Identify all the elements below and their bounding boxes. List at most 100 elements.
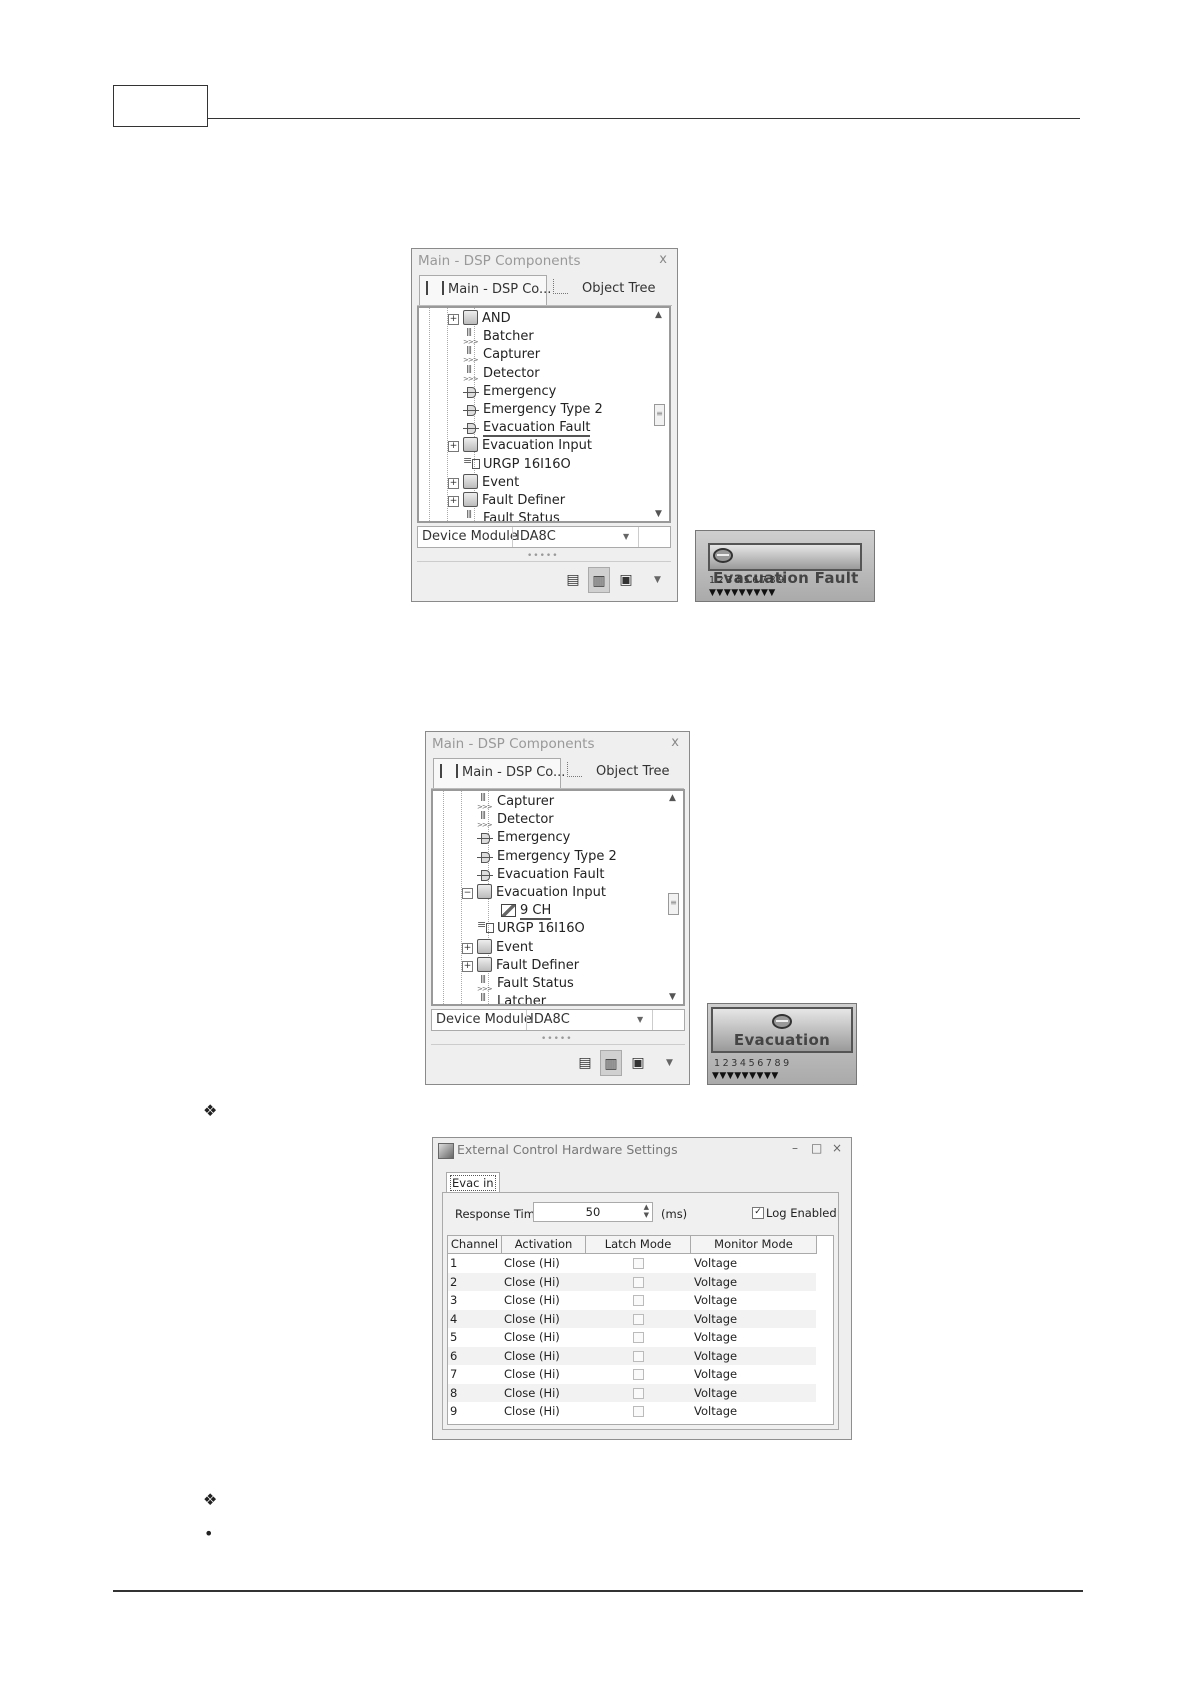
monitor-mode-cell[interactable]: Voltage bbox=[694, 1365, 737, 1383]
picture-view-button[interactable]: ▣ bbox=[615, 567, 637, 593]
toolbar-dropdown-icon[interactable]: ▼ bbox=[666, 1050, 673, 1076]
expand-icon[interactable]: + bbox=[462, 942, 473, 954]
latch-mode-checkbox[interactable] bbox=[633, 1313, 644, 1325]
activation-cell[interactable]: Close (Hi) bbox=[504, 1291, 560, 1309]
scroll-up-icon[interactable]: ▲ bbox=[655, 310, 662, 320]
tree-item[interactable]: + Event bbox=[462, 938, 533, 957]
response-time-input[interactable]: 50 ▲ ▼ bbox=[533, 1202, 653, 1222]
monitor-mode-cell[interactable]: Voltage bbox=[694, 1273, 737, 1291]
monitor-mode-cell[interactable]: Voltage bbox=[694, 1254, 737, 1272]
components-view-button[interactable]: ▥ bbox=[588, 567, 610, 593]
column-header-channel[interactable]: Channel bbox=[448, 1236, 502, 1254]
scroll-down-icon[interactable]: ▼ bbox=[655, 509, 662, 519]
list-view-button[interactable]: ▤ bbox=[574, 1050, 596, 1076]
activation-cell[interactable]: Close (Hi) bbox=[504, 1384, 560, 1402]
activation-cell[interactable]: Close (Hi) bbox=[504, 1347, 560, 1365]
latch-mode-checkbox[interactable] bbox=[633, 1350, 644, 1362]
table-row[interactable]: 7 Close (Hi) Voltage bbox=[448, 1365, 816, 1383]
splitter-grip-icon[interactable]: ••••• bbox=[541, 1034, 573, 1044]
scroll-thumb[interactable]: ≡ bbox=[668, 893, 679, 915]
expand-icon[interactable]: + bbox=[448, 496, 459, 507]
maximize-icon[interactable]: □ bbox=[811, 1141, 822, 1155]
toolbar-dropdown-icon[interactable]: ▼ bbox=[654, 567, 661, 593]
tab-object-tree[interactable]: Object Tree bbox=[563, 758, 678, 788]
tree-item[interactable]: Fault Status bbox=[462, 970, 574, 998]
table-row[interactable]: 3 Close (Hi) Voltage bbox=[448, 1291, 816, 1309]
minimize-icon[interactable]: – bbox=[792, 1141, 798, 1155]
collapse-icon[interactable]: − bbox=[462, 888, 473, 899]
tree-item[interactable]: + Event bbox=[448, 473, 519, 492]
activation-cell[interactable]: Close (Hi) bbox=[504, 1365, 560, 1383]
picture-view-button[interactable]: ▣ bbox=[627, 1050, 649, 1076]
latch-mode-checkbox[interactable] bbox=[633, 1406, 644, 1417]
tree-item[interactable]: Emergency bbox=[448, 383, 556, 401]
tree-item[interactable]: Capturer bbox=[462, 791, 554, 816]
column-header-latch-mode[interactable]: Latch Mode bbox=[586, 1236, 691, 1254]
tree-item[interactable]: Evacuation Fault bbox=[448, 419, 591, 438]
monitor-mode-cell[interactable]: Voltage bbox=[694, 1328, 737, 1346]
table-row[interactable]: 2 Close (Hi) Voltage bbox=[448, 1272, 816, 1291]
table-row[interactable]: 1 Close (Hi) Voltage bbox=[448, 1254, 816, 1272]
activation-cell[interactable]: Close (Hi) bbox=[504, 1402, 560, 1420]
activation-cell[interactable]: Close (Hi) bbox=[504, 1310, 560, 1328]
table-row[interactable]: 5 Close (Hi) Voltage bbox=[448, 1328, 816, 1346]
tree-item[interactable]: 9 CH bbox=[486, 902, 552, 921]
tree-item[interactable]: − Evacuation Input bbox=[462, 884, 606, 902]
expand-icon[interactable]: + bbox=[462, 960, 473, 972]
tree-item[interactable]: Detector bbox=[462, 806, 554, 834]
expand-icon[interactable]: + bbox=[448, 477, 459, 489]
tab-main-dsp-components[interactable]: Main - DSP Co... bbox=[433, 758, 565, 788]
tree-scrollbar[interactable]: ▲ ≡ ▼ bbox=[653, 310, 667, 519]
column-header-monitor-mode[interactable]: Monitor Mode bbox=[691, 1236, 817, 1254]
tab-main-dsp-components[interactable]: Main - DSP Co... bbox=[419, 275, 551, 305]
latch-mode-checkbox[interactable] bbox=[633, 1369, 644, 1380]
components-view-button[interactable]: ▥ bbox=[600, 1050, 622, 1076]
device-module-select[interactable]: IDA8C bbox=[530, 1010, 570, 1030]
expand-icon[interactable]: + bbox=[448, 314, 459, 325]
scroll-down-icon[interactable]: ▼ bbox=[669, 992, 676, 1002]
component-tree[interactable]: Capturer Detector Emergency Emergency Type … bbox=[431, 789, 685, 1006]
tree-item[interactable]: URGP 16I16O bbox=[448, 452, 571, 474]
tree-item[interactable]: Batcher bbox=[448, 323, 534, 351]
device-module-select[interactable]: IDA8C bbox=[516, 527, 556, 547]
chevron-down-icon[interactable]: ▼ bbox=[637, 1010, 643, 1030]
tree-item[interactable]: Detector bbox=[448, 360, 540, 388]
activation-cell[interactable]: Close (Hi) bbox=[504, 1254, 560, 1272]
tree-item[interactable]: Emergency Type 2 bbox=[462, 848, 617, 866]
close-icon[interactable]: x bbox=[659, 252, 667, 267]
tree-item[interactable]: Latcher bbox=[462, 988, 546, 1004]
latch-mode-checkbox[interactable] bbox=[633, 1332, 644, 1343]
tab-object-tree[interactable]: Object Tree bbox=[549, 275, 664, 305]
latch-mode-checkbox[interactable] bbox=[633, 1295, 644, 1306]
monitor-mode-cell[interactable]: Voltage bbox=[694, 1402, 737, 1420]
spinner-icon[interactable]: ▲ ▼ bbox=[644, 1203, 649, 1219]
table-row[interactable]: 6 Close (Hi) Voltage bbox=[448, 1346, 816, 1365]
tree-scrollbar[interactable]: ▲ ≡ ▼ bbox=[667, 793, 681, 1002]
tab-evac-in[interactable]: Evac in bbox=[446, 1172, 500, 1193]
tree-item[interactable]: URGP 16I16O bbox=[462, 916, 585, 938]
list-view-button[interactable]: ▤ bbox=[562, 567, 584, 593]
tree-item[interactable]: Fault Status bbox=[448, 505, 560, 521]
tree-item[interactable]: Capturer bbox=[448, 341, 540, 369]
latch-mode-checkbox[interactable] bbox=[633, 1387, 644, 1399]
chevron-down-icon[interactable]: ▼ bbox=[623, 527, 629, 547]
table-row[interactable]: 9 Close (Hi) Voltage bbox=[448, 1402, 816, 1420]
table-row[interactable]: 4 Close (Hi) Voltage bbox=[448, 1309, 816, 1328]
column-header-activation[interactable]: Activation bbox=[502, 1236, 586, 1254]
tree-item[interactable]: + AND bbox=[448, 310, 511, 328]
tree-item[interactable]: Evacuation Fault bbox=[462, 866, 604, 884]
close-icon[interactable]: × bbox=[832, 1141, 842, 1155]
scroll-thumb[interactable]: ≡ bbox=[654, 404, 665, 426]
activation-cell[interactable]: Close (Hi) bbox=[504, 1273, 560, 1291]
expand-icon[interactable]: + bbox=[448, 441, 459, 453]
activation-cell[interactable]: Close (Hi) bbox=[504, 1328, 560, 1346]
latch-mode-checkbox[interactable] bbox=[633, 1276, 644, 1288]
scroll-up-icon[interactable]: ▲ bbox=[669, 793, 676, 803]
tree-item[interactable]: Emergency bbox=[462, 829, 570, 847]
tree-item[interactable]: Emergency Type 2 bbox=[448, 401, 603, 419]
monitor-mode-cell[interactable]: Voltage bbox=[694, 1291, 737, 1309]
log-enabled-checkbox[interactable]: ✓ bbox=[752, 1207, 764, 1219]
splitter-grip-icon[interactable]: ••••• bbox=[527, 551, 559, 561]
component-tree[interactable]: + AND Batcher Capturer Detector Emergency Emer… bbox=[417, 306, 671, 523]
close-icon[interactable]: x bbox=[671, 735, 679, 750]
